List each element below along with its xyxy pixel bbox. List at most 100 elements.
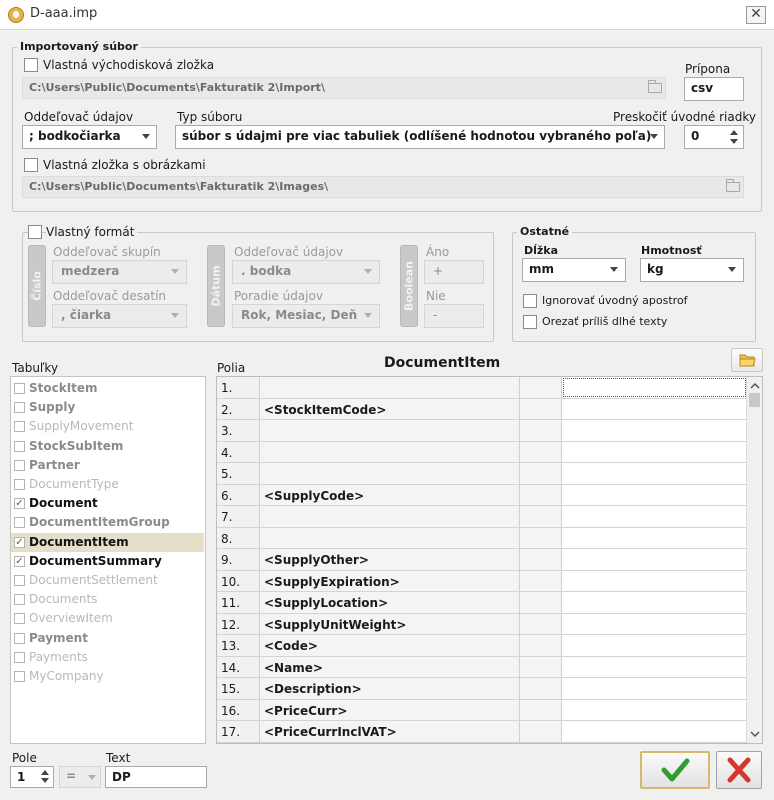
field-code-cell[interactable]: <StockItemCode> <box>260 398 520 419</box>
field-extra-cell[interactable] <box>520 613 562 634</box>
table-row[interactable]: 9. <SupplyOther> <box>217 549 747 571</box>
field-code-cell[interactable] <box>260 420 520 441</box>
field-code-cell[interactable]: <Description> <box>260 678 520 699</box>
scroll-down-icon[interactable] <box>747 727 763 741</box>
field-value-cell[interactable] <box>562 592 747 613</box>
field-extra-cell[interactable] <box>520 656 562 677</box>
fields-scrollbar[interactable] <box>746 377 762 743</box>
table-list-item[interactable]: StockItem <box>11 379 204 398</box>
table-row[interactable]: 15. <Description> <box>217 678 747 700</box>
field-value-cell[interactable] <box>562 678 747 699</box>
field-value-cell[interactable] <box>562 398 747 419</box>
close-button[interactable]: ✕ <box>746 6 766 24</box>
no-input[interactable]: - <box>424 304 484 328</box>
field-code-cell[interactable]: <Name> <box>260 656 520 677</box>
ok-button[interactable] <box>640 751 710 789</box>
field-extra-cell[interactable] <box>520 506 562 527</box>
checkbox[interactable] <box>14 517 25 529</box>
table-list-item[interactable]: Payment <box>11 629 204 648</box>
file-type-select[interactable]: súbor s údajmi pre viac tabuliek (odlíše… <box>175 125 665 149</box>
checkbox[interactable] <box>14 440 25 452</box>
table-row[interactable]: 1. <box>217 377 747 399</box>
table-list-item[interactable]: StockSubItem <box>11 437 204 456</box>
field-extra-cell[interactable] <box>520 441 562 462</box>
table-row[interactable]: 14. <Name> <box>217 656 747 678</box>
table-list-item[interactable]: ✓ DocumentSummary <box>11 552 204 571</box>
fields-grid[interactable]: 1. 2. <StockItemCode> 3. 4. 5. 6. <SupplyCode> 7… <box>216 376 763 744</box>
table-row[interactable]: 11. <SupplyLocation> <box>217 592 747 614</box>
date-separator-select[interactable]: . bodka <box>232 260 380 284</box>
table-list-item[interactable]: ✓ DocumentItem <box>11 532 204 552</box>
tables-list[interactable]: StockItem Supply SupplyMovement StockSubIte… <box>10 376 206 744</box>
table-list-item[interactable]: ✓ Document <box>11 494 204 513</box>
table-row[interactable]: 12. <SupplyUnitWeight> <box>217 613 747 635</box>
extension-input[interactable]: csv <box>684 77 744 101</box>
table-list-item[interactable]: DocumentItemGroup <box>11 513 204 532</box>
filter-text-input[interactable]: DP <box>105 766 207 788</box>
table-row[interactable]: 16. <PriceCurr> <box>217 699 747 721</box>
ignore-apostrophe-checkbox[interactable] <box>523 294 537 308</box>
checkmark-icon[interactable]: ✓ <box>14 536 25 548</box>
checkbox[interactable] <box>14 383 25 394</box>
spin-up-icon[interactable] <box>730 130 738 135</box>
field-extra-cell[interactable] <box>520 377 562 398</box>
table-row[interactable]: 17. <PriceCurrInclVAT> <box>217 721 747 743</box>
field-value-cell[interactable] <box>562 463 747 484</box>
delimiter-select[interactable]: ; bodkočiarka <box>22 125 157 149</box>
table-row[interactable]: 8. <box>217 527 747 549</box>
field-code-cell[interactable] <box>260 527 520 548</box>
field-code-cell[interactable]: <SupplyOther> <box>260 549 520 570</box>
field-value-cell[interactable] <box>562 377 747 398</box>
field-extra-cell[interactable] <box>520 699 562 720</box>
field-extra-cell[interactable] <box>520 721 562 742</box>
open-folder-button[interactable] <box>731 348 763 372</box>
checkbox[interactable] <box>14 402 25 414</box>
field-code-cell[interactable]: <PriceCurrInclVAT> <box>260 721 520 742</box>
table-row[interactable]: 6. <SupplyCode> <box>217 484 747 506</box>
checkbox[interactable] <box>14 613 25 625</box>
field-value-cell[interactable] <box>562 570 747 591</box>
truncate-texts-checkbox[interactable] <box>523 315 537 329</box>
table-row[interactable]: 4. <box>217 441 747 463</box>
table-list-item[interactable]: DocumentSettlement <box>11 571 204 590</box>
field-value-cell[interactable] <box>562 549 747 570</box>
field-code-cell[interactable]: <SupplyUnitWeight> <box>260 613 520 634</box>
field-extra-cell[interactable] <box>520 678 562 699</box>
field-value-cell[interactable] <box>562 656 747 677</box>
table-row[interactable]: 2. <StockItemCode> <box>217 398 747 420</box>
custom-source-folder-checkbox[interactable] <box>24 58 38 72</box>
spin-down-icon[interactable] <box>730 139 738 144</box>
field-extra-cell[interactable] <box>520 570 562 591</box>
custom-images-folder-checkbox[interactable] <box>24 158 38 172</box>
checkbox[interactable] <box>14 575 25 586</box>
checkbox[interactable] <box>14 651 25 663</box>
field-code-cell[interactable]: <PriceCurr> <box>260 699 520 720</box>
group-separator-select[interactable]: medzera <box>52 260 187 284</box>
field-value-cell[interactable] <box>562 721 747 742</box>
field-code-cell[interactable] <box>260 463 520 484</box>
custom-format-checkbox[interactable] <box>28 225 42 239</box>
checkbox[interactable] <box>14 671 25 682</box>
field-value-cell[interactable] <box>562 699 747 720</box>
field-extra-cell[interactable] <box>520 420 562 441</box>
table-list-item[interactable]: Supply <box>11 398 204 417</box>
field-extra-cell[interactable] <box>520 549 562 570</box>
field-value-cell[interactable] <box>562 420 747 441</box>
field-code-cell[interactable] <box>260 377 520 398</box>
table-list-item[interactable]: Documents <box>11 590 204 609</box>
checkmark-icon[interactable]: ✓ <box>14 555 25 567</box>
table-list-item[interactable]: SupplyMovement <box>11 417 204 436</box>
decimal-separator-select[interactable]: , čiarka <box>52 304 187 328</box>
scroll-thumb[interactable] <box>749 393 760 407</box>
spin-down-icon[interactable] <box>41 778 49 783</box>
scroll-up-icon[interactable] <box>747 379 763 393</box>
field-extra-cell[interactable] <box>520 635 562 656</box>
table-list-item[interactable]: Partner <box>11 456 204 475</box>
table-row[interactable]: 10. <SupplyExpiration> <box>217 570 747 592</box>
checkbox[interactable] <box>14 421 25 433</box>
checkbox[interactable] <box>14 479 25 490</box>
date-order-select[interactable]: Rok, Mesiac, Deň <box>232 304 380 328</box>
cancel-button[interactable] <box>716 751 762 789</box>
table-row[interactable]: 5. <box>217 463 747 485</box>
field-code-cell[interactable]: <SupplyCode> <box>260 484 520 505</box>
